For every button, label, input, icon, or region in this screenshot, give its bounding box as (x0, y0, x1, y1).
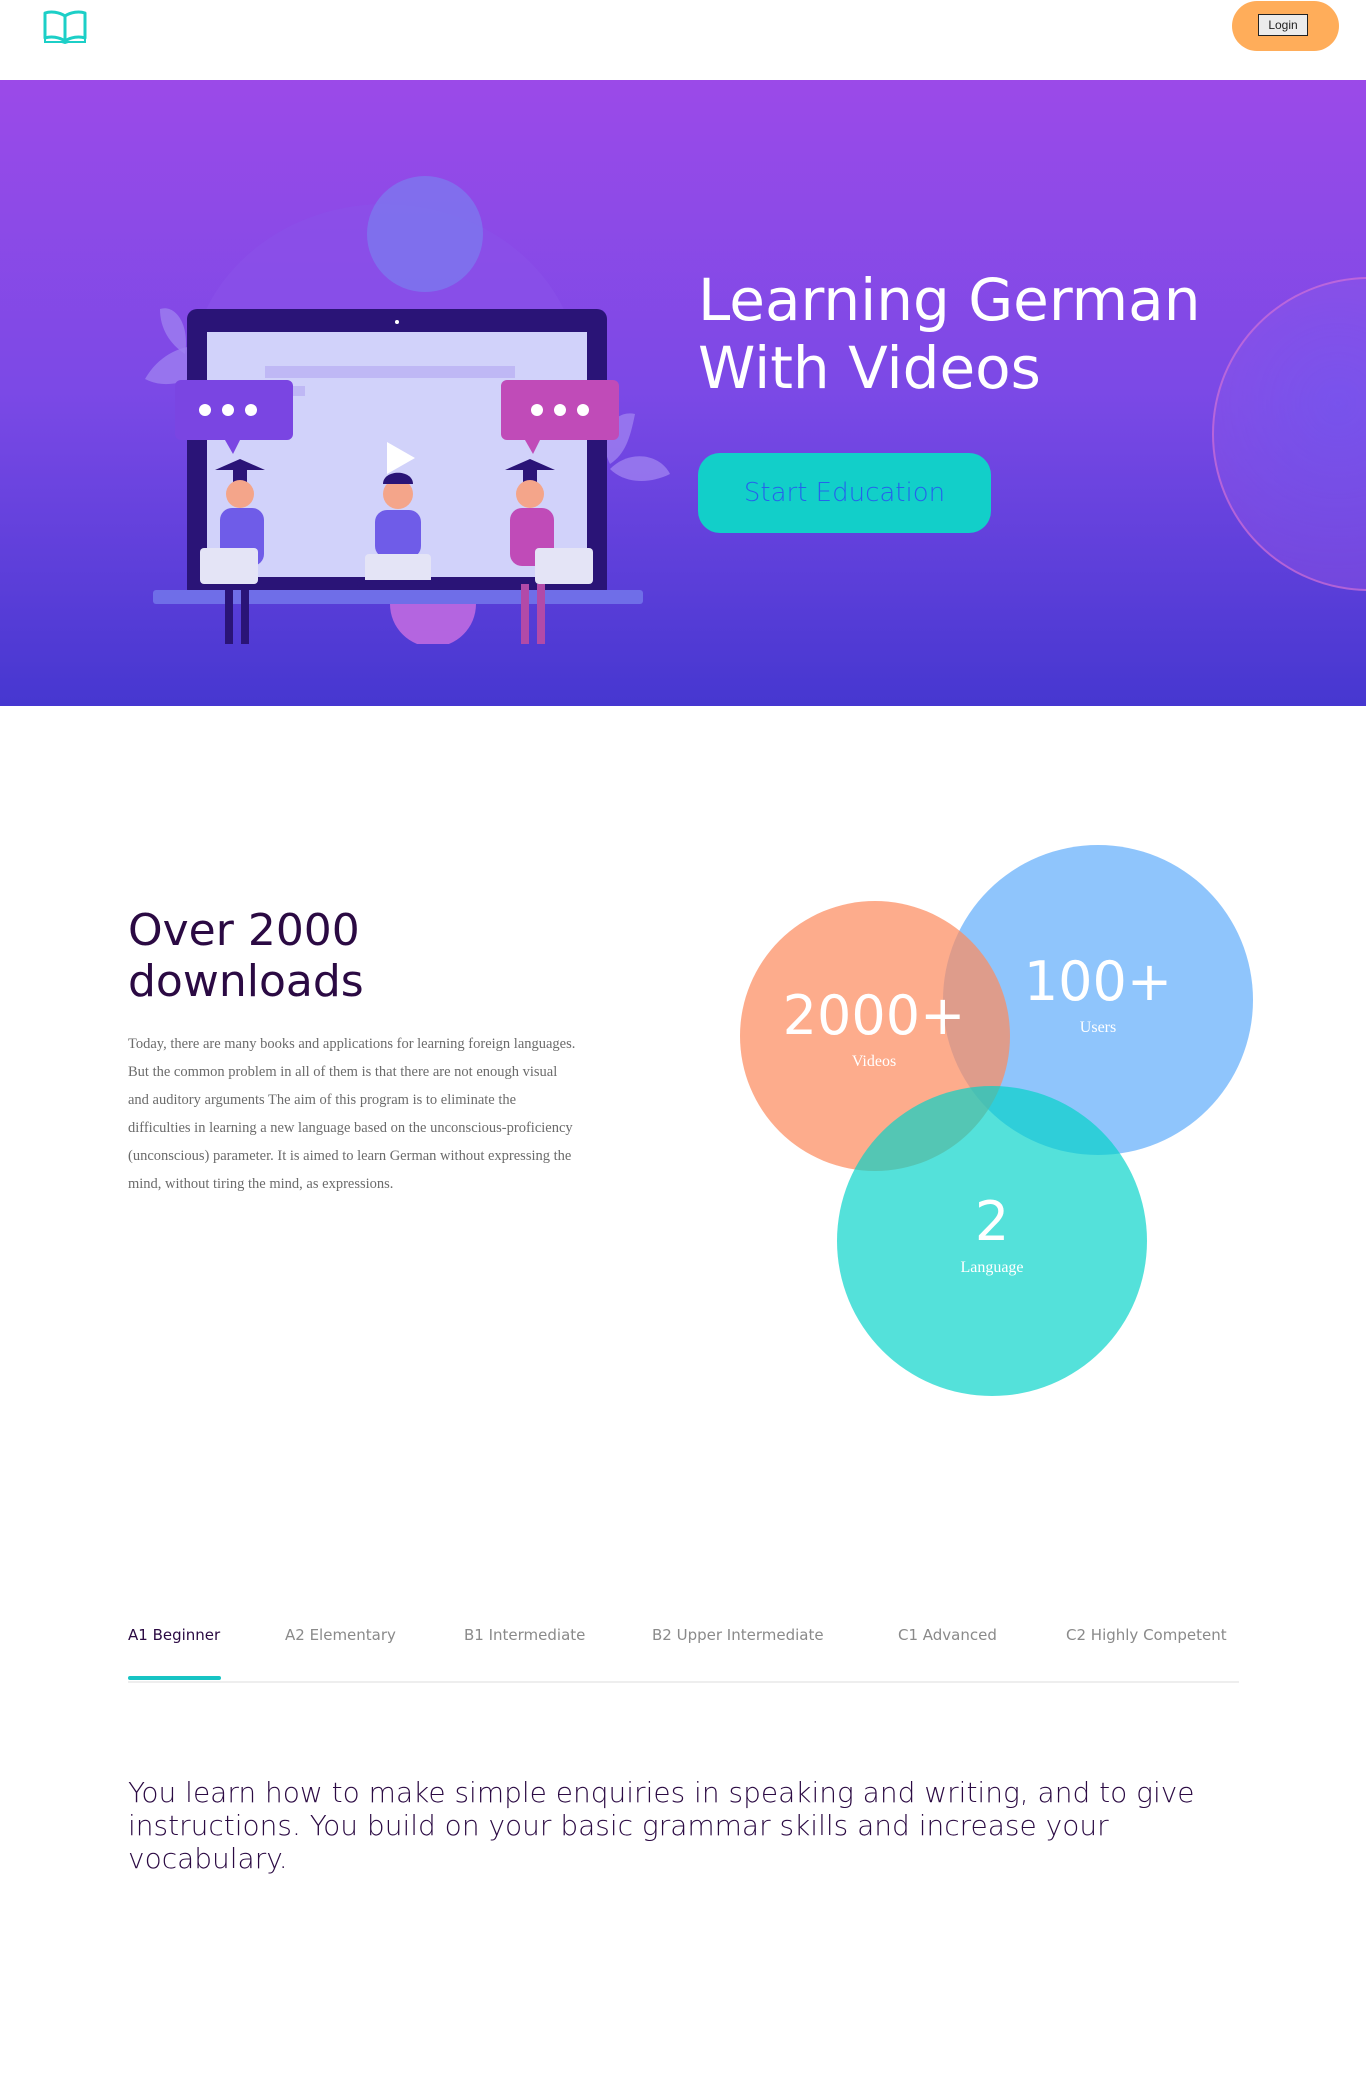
tab-b2-upper-intermediate[interactable]: B2 Upper Intermediate (652, 1626, 824, 1644)
stats-description: Today, there are many books and applicat… (128, 1036, 576, 1192)
level-tabs: A1 Beginner A2 Elementary B1 Intermediat… (128, 1618, 1239, 1683)
stats-heading-line2: downloads (128, 956, 364, 1007)
hero-title-line1: Learning German (698, 266, 1201, 334)
users-stat-value: 100+ (1023, 950, 1173, 1013)
hero-title: Learning German With Videos (698, 266, 1298, 402)
tab-c2-highly-competent[interactable]: C2 Highly Competent (1066, 1626, 1227, 1644)
login-pill: Login (1232, 1, 1339, 51)
language-stat-value: 2 (974, 1190, 1010, 1253)
online-learning-illustration (145, 176, 670, 644)
level-description: You learn how to make simple enquiries i… (128, 1776, 1195, 1875)
active-tab-indicator (128, 1676, 221, 1680)
hero-title-line2: With Videos (698, 334, 1041, 402)
hero-section: Learning German With Videos Start Educat… (0, 80, 1366, 706)
open-book-icon[interactable] (42, 8, 88, 44)
site-header: Login (0, 0, 1366, 80)
videos-stat-label: Videos (851, 1053, 897, 1070)
start-education-button[interactable]: Start Education (698, 453, 991, 533)
users-stat-label: Users (1079, 1019, 1117, 1036)
stats-heading: Over 2000 downloads (128, 905, 548, 1007)
tab-a2-elementary[interactable]: A2 Elementary (285, 1626, 396, 1644)
login-button[interactable]: Login (1258, 14, 1308, 36)
tab-c1-advanced[interactable]: C1 Advanced (898, 1626, 997, 1644)
tab-a1-beginner[interactable]: A1 Beginner (128, 1626, 220, 1644)
language-stat-label: Language (960, 1259, 1024, 1276)
videos-stat-value: 2000+ (782, 984, 966, 1047)
tab-b1-intermediate[interactable]: B1 Intermediate (464, 1626, 585, 1644)
stats-heading-line1: Over 2000 (128, 905, 360, 956)
